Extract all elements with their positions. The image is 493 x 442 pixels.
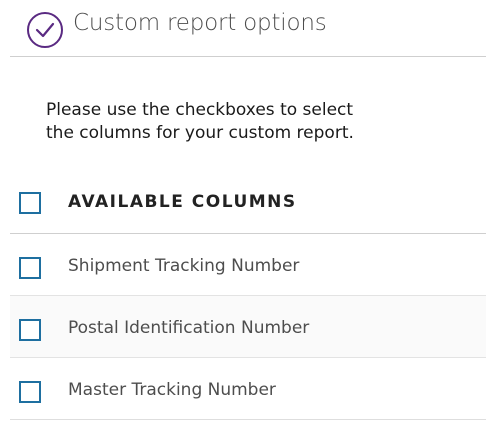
row-label: Postal Identification Number xyxy=(68,318,310,338)
row-label: Shipment Tracking Number xyxy=(68,256,300,276)
table-header-label: AVAILABLE COLUMNS xyxy=(68,192,297,212)
table-row[interactable]: Master Tracking Number xyxy=(10,358,486,420)
instructions-line-1: Please use the checkboxes to select xyxy=(46,100,354,120)
shipment-tracking-number-checkbox[interactable] xyxy=(19,257,41,279)
select-all-checkbox[interactable] xyxy=(19,192,41,214)
table-row[interactable]: Shipment Tracking Number xyxy=(10,234,486,296)
columns-table: AVAILABLE COLUMNS Shipment Tracking Numb… xyxy=(10,171,486,420)
master-tracking-number-checkbox[interactable] xyxy=(19,381,41,403)
instructions-text: Please use the checkboxes to select the … xyxy=(46,99,426,145)
instructions-line-2: the columns for your custom report. xyxy=(46,123,354,143)
postal-identification-number-checkbox[interactable] xyxy=(19,319,41,341)
page-title: Custom report options xyxy=(73,10,327,36)
table-row[interactable]: Postal Identification Number xyxy=(10,296,486,358)
table-header-row: AVAILABLE COLUMNS xyxy=(10,171,486,234)
check-circle-icon xyxy=(27,12,63,48)
row-label: Master Tracking Number xyxy=(68,380,276,400)
section-header: Custom report options xyxy=(10,0,486,57)
